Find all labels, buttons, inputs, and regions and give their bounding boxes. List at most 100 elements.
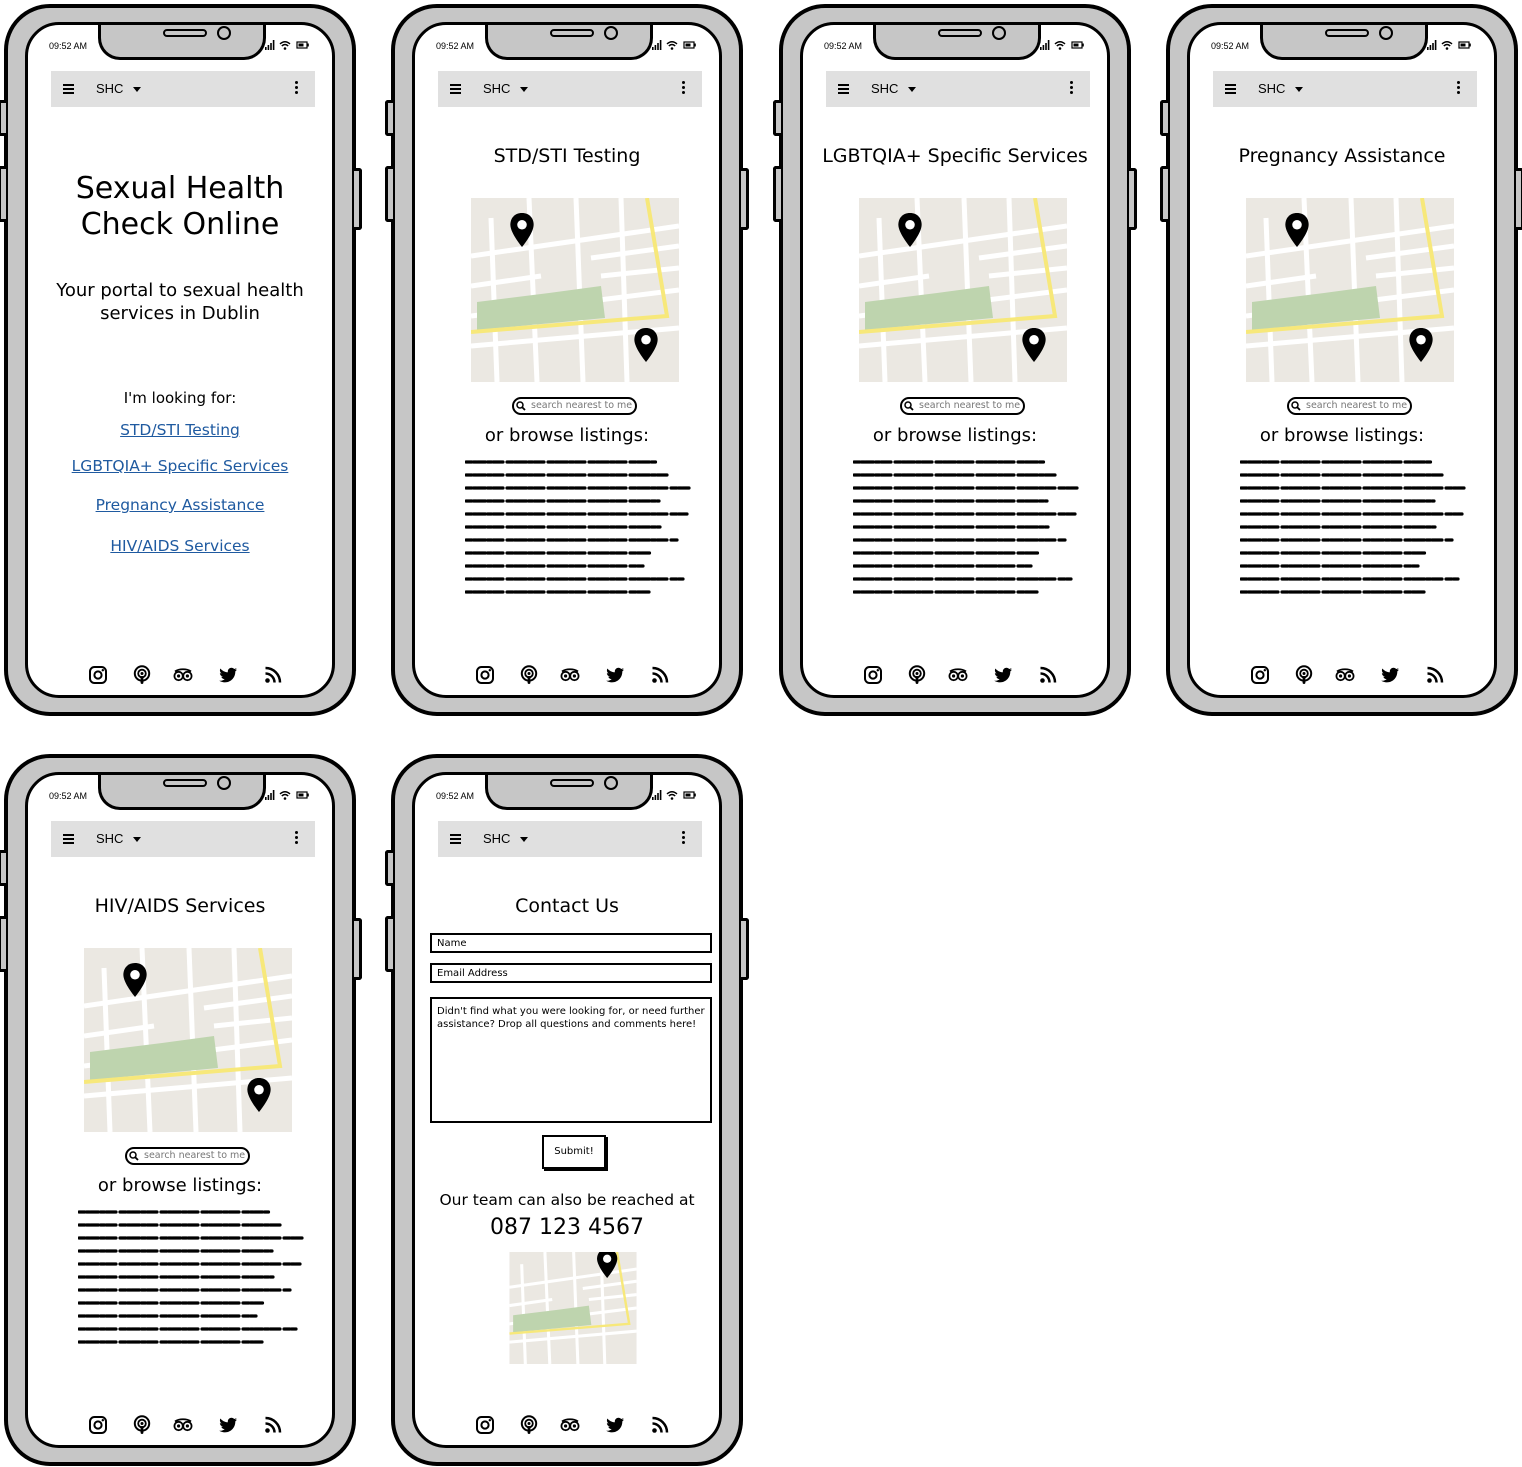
status-time: 09:52 AM [49, 41, 88, 51]
camera [992, 26, 1006, 40]
listings-placeholder-text [465, 459, 691, 601]
hamburger-menu-icon[interactable] [836, 81, 852, 97]
twitter-icon[interactable] [993, 665, 1013, 685]
podcast-icon[interactable] [519, 665, 539, 685]
phone-side-button [1160, 100, 1168, 136]
phone-side-button [385, 850, 393, 886]
tripadvisor-icon[interactable] [173, 665, 193, 685]
phone-side-button [1160, 166, 1168, 222]
chevron-down-icon[interactable] [520, 87, 528, 92]
twitter-icon[interactable] [1380, 665, 1400, 685]
chevron-down-icon[interactable] [133, 837, 141, 842]
submit-button[interactable]: Submit! [542, 1135, 606, 1169]
hamburger-menu-icon[interactable] [61, 831, 77, 847]
status-icons [264, 789, 310, 801]
chevron-down-icon[interactable] [520, 837, 528, 842]
more-vertical-icon[interactable] [682, 81, 686, 97]
podcast-icon[interactable] [132, 1415, 152, 1435]
tripadvisor-icon[interactable] [173, 1415, 193, 1435]
tripadvisor-icon[interactable] [948, 665, 968, 685]
tripadvisor-icon[interactable] [1335, 665, 1355, 685]
rss-icon[interactable] [650, 1415, 670, 1435]
phone-side-button [1129, 168, 1137, 230]
contact-phone-number[interactable]: 087 123 4567 [415, 1215, 719, 1240]
app-title: SHC [483, 831, 511, 846]
twitter-icon[interactable] [605, 665, 625, 685]
instagram-icon[interactable] [1250, 665, 1270, 685]
app-bar: SHC [438, 71, 702, 107]
rss-icon[interactable] [263, 665, 283, 685]
name-field[interactable]: Name [430, 933, 712, 953]
phone-side-button [385, 916, 393, 972]
rss-icon[interactable] [1038, 665, 1058, 685]
twitter-icon[interactable] [218, 665, 238, 685]
footer-social [88, 1415, 284, 1437]
map[interactable] [471, 198, 679, 382]
rss-icon[interactable] [263, 1415, 283, 1435]
message-textarea[interactable]: Didn't find what you were looking for, o… [430, 997, 712, 1123]
hamburger-menu-icon[interactable] [61, 81, 77, 97]
map[interactable] [499, 1252, 647, 1364]
podcast-icon[interactable] [519, 1415, 539, 1435]
phone-side-button [1516, 168, 1522, 230]
search-input[interactable]: search nearest to me [900, 397, 1025, 415]
twitter-icon[interactable] [218, 1415, 238, 1435]
more-vertical-icon[interactable] [295, 81, 299, 97]
podcast-icon[interactable] [907, 665, 927, 685]
link-std-sti-testing[interactable]: STD/STI Testing [28, 421, 332, 439]
link-hiv-aids-services[interactable]: HIV/AIDS Services [28, 537, 332, 555]
more-vertical-icon[interactable] [295, 831, 299, 847]
camera [604, 26, 618, 40]
phone-std-sti: 09:52 AM SHC STD/STI Testing search near… [385, 4, 749, 716]
footer-social [88, 665, 284, 687]
twitter-icon[interactable] [605, 1415, 625, 1435]
more-vertical-icon[interactable] [682, 831, 686, 847]
phone-side-button [354, 918, 362, 980]
camera [217, 776, 231, 790]
chevron-down-icon[interactable] [908, 87, 916, 92]
app-bar: SHC [51, 71, 315, 107]
app-bar: SHC [51, 821, 315, 857]
map[interactable] [1246, 198, 1454, 382]
instagram-icon[interactable] [88, 1415, 108, 1435]
hamburger-menu-icon[interactable] [448, 831, 464, 847]
instagram-icon[interactable] [475, 665, 495, 685]
hamburger-menu-icon[interactable] [448, 81, 464, 97]
camera [1379, 26, 1393, 40]
rss-icon[interactable] [650, 665, 670, 685]
instagram-icon[interactable] [863, 665, 883, 685]
speaker [1325, 29, 1369, 37]
more-vertical-icon[interactable] [1457, 81, 1461, 97]
search-icon [516, 401, 526, 411]
notch [98, 775, 266, 810]
instagram-icon[interactable] [475, 1415, 495, 1435]
tripadvisor-icon[interactable] [560, 1415, 580, 1435]
tripadvisor-icon[interactable] [560, 665, 580, 685]
phone-side-button [0, 916, 6, 972]
notch [98, 25, 266, 60]
status-time: 09:52 AM [1211, 41, 1250, 51]
phone-home: 09:52 AM SHC Sexual Health Check Online … [0, 4, 362, 716]
rss-icon[interactable] [1425, 665, 1445, 685]
podcast-icon[interactable] [132, 665, 152, 685]
search-input[interactable]: search nearest to me [125, 1147, 250, 1165]
map[interactable] [859, 198, 1067, 382]
hamburger-menu-icon[interactable] [1223, 81, 1239, 97]
search-input[interactable]: search nearest to me [1287, 397, 1412, 415]
page-title: HIV/AIDS Services [94, 895, 266, 917]
listings-placeholder-text [853, 459, 1079, 601]
podcast-icon[interactable] [1294, 665, 1314, 685]
link-lgbtqia-services[interactable]: LGBTQIA+ Specific Services [28, 457, 332, 475]
email-field[interactable]: Email Address [430, 963, 712, 983]
search-input[interactable]: search nearest to me [512, 397, 637, 415]
notch [485, 775, 653, 810]
phone-contact: 09:52 AM SHC Contact Us Name Email Addre… [385, 754, 749, 1466]
chevron-down-icon[interactable] [1295, 87, 1303, 92]
instagram-icon[interactable] [88, 665, 108, 685]
map[interactable] [84, 948, 292, 1132]
more-vertical-icon[interactable] [1070, 81, 1074, 97]
footer-social [1250, 665, 1446, 687]
notch [873, 25, 1041, 60]
link-pregnancy-assistance[interactable]: Pregnancy Assistance [28, 496, 332, 514]
chevron-down-icon[interactable] [133, 87, 141, 92]
